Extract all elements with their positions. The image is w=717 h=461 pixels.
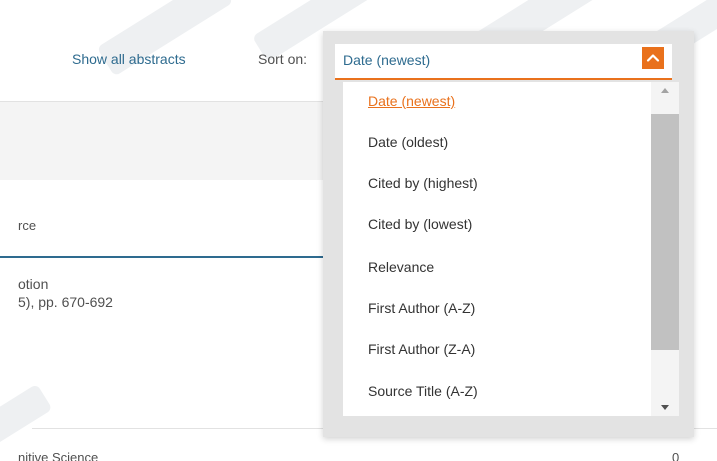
results-header-band [0, 101, 360, 180]
facet-row-count: 0 [672, 450, 680, 461]
results-toolbar: Show all abstracts Sort on: [0, 40, 340, 80]
result-source-pages: 5), pp. 670-692 [18, 294, 113, 310]
sort-option-source-title-az[interactable]: Source Title (A-Z) [368, 383, 478, 399]
options-scrollbar[interactable] [651, 82, 679, 416]
page: Show all abstracts Sort on: rce otion 5)… [0, 0, 717, 461]
sort-option-relevance[interactable]: Relevance [368, 259, 434, 275]
show-all-abstracts-link[interactable]: Show all abstracts [72, 51, 186, 67]
results-column-header: rce [0, 206, 360, 258]
chevron-up-icon[interactable] [642, 47, 664, 69]
sort-option-first-author-az[interactable]: First Author (A-Z) [368, 300, 475, 316]
sort-select-value: Date (newest) [343, 52, 431, 68]
sort-option-first-author-za[interactable]: First Author (Z-A) [368, 341, 475, 357]
sort-option-date-newest[interactable]: Date (newest) [368, 93, 455, 109]
sort-options-list: Date (newest) Date (oldest) Cited by (hi… [343, 82, 679, 416]
sort-option-cited-lowest[interactable]: Cited by (lowest) [368, 216, 472, 232]
scrollbar-thumb[interactable] [651, 114, 679, 350]
sort-option-cited-highest[interactable]: Cited by (highest) [368, 175, 478, 191]
sort-select[interactable]: Date (newest) [335, 44, 672, 80]
sort-on-label: Sort on: [258, 51, 308, 67]
triangle-up-icon[interactable] [651, 82, 679, 100]
watermark-stroke [0, 383, 53, 447]
column-header-source[interactable]: rce [18, 218, 36, 233]
sort-option-date-oldest[interactable]: Date (oldest) [368, 134, 448, 150]
facet-row-label[interactable]: nitive Science [18, 450, 98, 461]
triangle-down-icon[interactable] [651, 398, 679, 416]
result-source-title[interactable]: otion [18, 276, 48, 292]
